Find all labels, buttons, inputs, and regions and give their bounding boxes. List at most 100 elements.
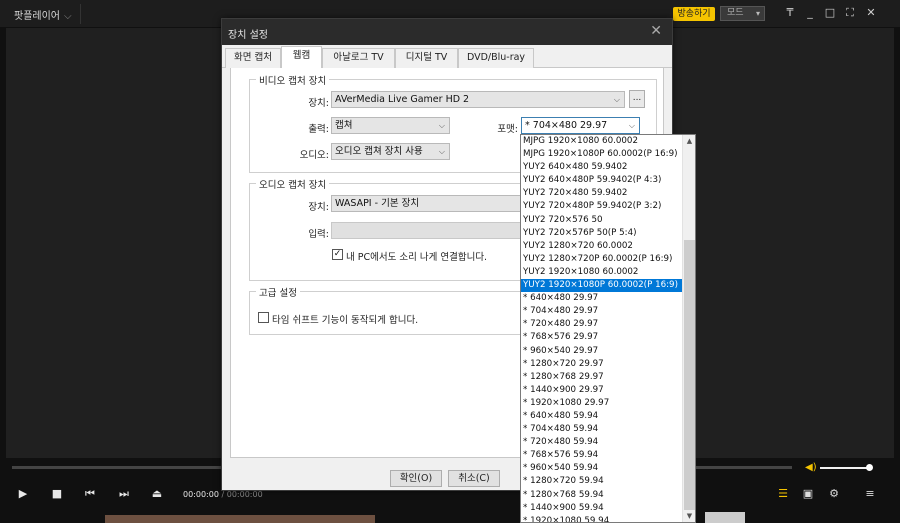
scrollbar[interactable]: ▲ ▼ xyxy=(682,135,695,522)
format-option[interactable]: * 720×480 29.97 xyxy=(521,318,683,331)
tab-webcam[interactable]: 웹캠 xyxy=(281,46,322,69)
mode-label: 모드 xyxy=(727,8,744,18)
device-label: 장치: xyxy=(308,98,329,109)
tab-bar: 화면 캡처 웹캠 아날로그 TV 디지털 TV DVD/Blu-ray xyxy=(222,46,672,69)
video-device-value: AVerMedia Live Gamer HD 2 xyxy=(335,94,470,105)
chevron-down-icon: ⌵ xyxy=(438,147,445,156)
scroll-down-icon[interactable]: ▼ xyxy=(683,510,695,522)
minimize-icon[interactable]: _ xyxy=(803,5,817,21)
tab-digital-tv[interactable]: 디지털 TV xyxy=(395,48,458,68)
dropdown-options: MJPG 1920×1080 60.0002 MJPG 1920×1080P 60… xyxy=(521,135,683,522)
format-option[interactable]: * 704×480 29.97 xyxy=(521,305,683,318)
format-option[interactable]: MJPG 1920×1080 60.0002 xyxy=(521,135,683,148)
divider xyxy=(80,4,81,24)
group-legend: 비디오 캡처 장치 xyxy=(256,73,330,87)
chevron-down-icon: ⌵ xyxy=(438,121,445,130)
format-dropdown-list[interactable]: MJPG 1920×1080 60.0002 MJPG 1920×1080P 60… xyxy=(520,134,696,523)
close-icon[interactable]: ✕ xyxy=(864,5,878,21)
next-icon[interactable]: ⏭ xyxy=(116,486,132,502)
video-frame-preview xyxy=(105,515,375,523)
format-option[interactable]: * 1920×1080 29.97 xyxy=(521,397,683,410)
format-option[interactable]: * 1920×1080 59.94 xyxy=(521,515,683,522)
volume-slider[interactable] xyxy=(820,467,868,469)
format-option[interactable]: YUY2 720×480P 59.9402(P 3:2) xyxy=(521,200,683,213)
audio-device-value: WASAPI - 기본 장치 xyxy=(335,198,420,209)
audio-label: 오디오: xyxy=(299,150,329,161)
previous-icon[interactable]: ⏮ xyxy=(82,486,98,502)
connect-checkbox[interactable]: ✓ xyxy=(332,249,343,260)
time-display: 00:00:00 / 00:00:00 xyxy=(183,490,263,499)
close-icon[interactable]: ✕ xyxy=(650,23,662,39)
tab-analog-tv[interactable]: 아날로그 TV xyxy=(322,48,395,68)
chevron-down-icon: ⌵ xyxy=(64,11,72,22)
format-option[interactable]: YUY2 720×480 59.9402 xyxy=(521,187,683,200)
broadcast-button[interactable]: 방송하기 xyxy=(673,7,715,21)
stop-icon[interactable]: ■ xyxy=(49,486,65,502)
video-device-select[interactable]: AVerMedia Live Gamer HD 2 ⌵ xyxy=(331,91,625,108)
format-label: 포맷: xyxy=(497,124,518,135)
audio-device-label: 장치: xyxy=(308,202,329,213)
capture-icon[interactable]: ▣ xyxy=(800,486,816,502)
format-option[interactable]: * 960×540 59.94 xyxy=(521,462,683,475)
output-select[interactable]: 캡쳐 ⌵ xyxy=(331,117,450,134)
format-option[interactable]: YUY2 1280×720 60.0002 xyxy=(521,240,683,253)
group-legend: 고급 설정 xyxy=(256,285,300,299)
caret-down-icon: ▾ xyxy=(755,9,760,18)
format-option[interactable]: YUY2 640×480 59.9402 xyxy=(521,161,683,174)
format-option[interactable]: YUY2 720×576P 50(P 5:4) xyxy=(521,227,683,240)
app-menu[interactable]: 팟플레이어 ⌵ xyxy=(14,7,72,22)
tab-screen-capture[interactable]: 화면 캡처 xyxy=(225,48,281,68)
format-option[interactable]: YUY2 1280×720P 60.0002(P 16:9) xyxy=(521,253,683,266)
format-option[interactable]: * 1280×720 29.97 xyxy=(521,358,683,371)
format-option[interactable]: * 640×480 59.94 xyxy=(521,410,683,423)
format-option[interactable]: * 720×480 59.94 xyxy=(521,436,683,449)
format-option[interactable]: * 768×576 59.94 xyxy=(521,449,683,462)
output-value: 캡쳐 xyxy=(335,120,353,131)
speaker-icon[interactable]: ◀) xyxy=(805,462,817,473)
format-option[interactable]: YUY2 1920×1080 60.0002 xyxy=(521,266,683,279)
format-option[interactable]: YUY2 640×480P 59.9402(P 4:3) xyxy=(521,174,683,187)
format-option[interactable]: * 704×480 59.94 xyxy=(521,423,683,436)
input-label: 입력: xyxy=(308,229,329,240)
output-label: 출력: xyxy=(308,124,329,135)
scrollbar-thumb[interactable] xyxy=(684,240,695,510)
play-icon[interactable]: ▶ xyxy=(15,486,31,502)
format-option[interactable]: YUY2 1920×1080P 60.0002(P 16:9) xyxy=(521,279,683,293)
app-title: 팟플레이어 xyxy=(14,11,60,22)
input-select[interactable] xyxy=(331,222,531,239)
connect-label: 내 PC에서도 소리 나게 연결합니다. xyxy=(346,252,488,263)
format-option[interactable]: * 1440×900 59.94 xyxy=(521,502,683,515)
format-option[interactable]: * 1280×720 59.94 xyxy=(521,475,683,488)
format-option[interactable]: * 1440×900 29.97 xyxy=(521,384,683,397)
fullscreen-icon[interactable]: ⛶ xyxy=(843,5,857,21)
time-current: 00:00:00 xyxy=(183,490,219,499)
chevron-down-icon: ⌵ xyxy=(613,95,620,104)
chevron-down-icon: ⌵ xyxy=(628,121,635,130)
maximize-icon[interactable]: □ xyxy=(823,5,837,21)
group-legend: 오디오 캡처 장치 xyxy=(256,177,330,191)
device-properties-button[interactable]: ... xyxy=(629,90,645,108)
timeshift-checkbox[interactable] xyxy=(258,312,269,323)
volume-handle[interactable] xyxy=(866,464,873,471)
audio-select[interactable]: 오디오 캡쳐 장치 사용 ⌵ xyxy=(331,143,450,160)
format-option[interactable]: YUY2 720×576 50 xyxy=(521,214,683,227)
eject-icon[interactable]: ⏏ xyxy=(149,486,165,502)
mode-select[interactable]: 모드 ▾ xyxy=(720,6,765,21)
menu-icon[interactable]: ≡ xyxy=(862,486,878,502)
tab-dvd-bluray[interactable]: DVD/Blu-ray xyxy=(458,48,534,68)
audio-device-select[interactable]: WASAPI - 기본 장치 xyxy=(331,195,531,212)
pin-icon[interactable]: ₸ xyxy=(783,5,797,21)
playlist-search-icon[interactable]: ☰ xyxy=(775,486,791,502)
ok-button[interactable]: 확인(O) xyxy=(390,470,442,487)
format-option[interactable]: * 1280×768 29.97 xyxy=(521,371,683,384)
format-select[interactable]: * 704×480 29.97 ⌵ xyxy=(521,117,640,134)
format-option[interactable]: * 1280×768 59.94 xyxy=(521,489,683,502)
dialog-titlebar[interactable]: 장치 설정 ✕ xyxy=(222,19,672,45)
settings-gear-icon[interactable]: ⚙ xyxy=(826,486,842,502)
cancel-button[interactable]: 취소(C) xyxy=(448,470,500,487)
format-option[interactable]: * 768×576 29.97 xyxy=(521,331,683,344)
format-option[interactable]: * 640×480 29.97 xyxy=(521,292,683,305)
format-option[interactable]: MJPG 1920×1080P 60.0002(P 16:9) xyxy=(521,148,683,161)
format-option[interactable]: * 960×540 29.97 xyxy=(521,345,683,358)
scroll-up-icon[interactable]: ▲ xyxy=(683,135,695,147)
